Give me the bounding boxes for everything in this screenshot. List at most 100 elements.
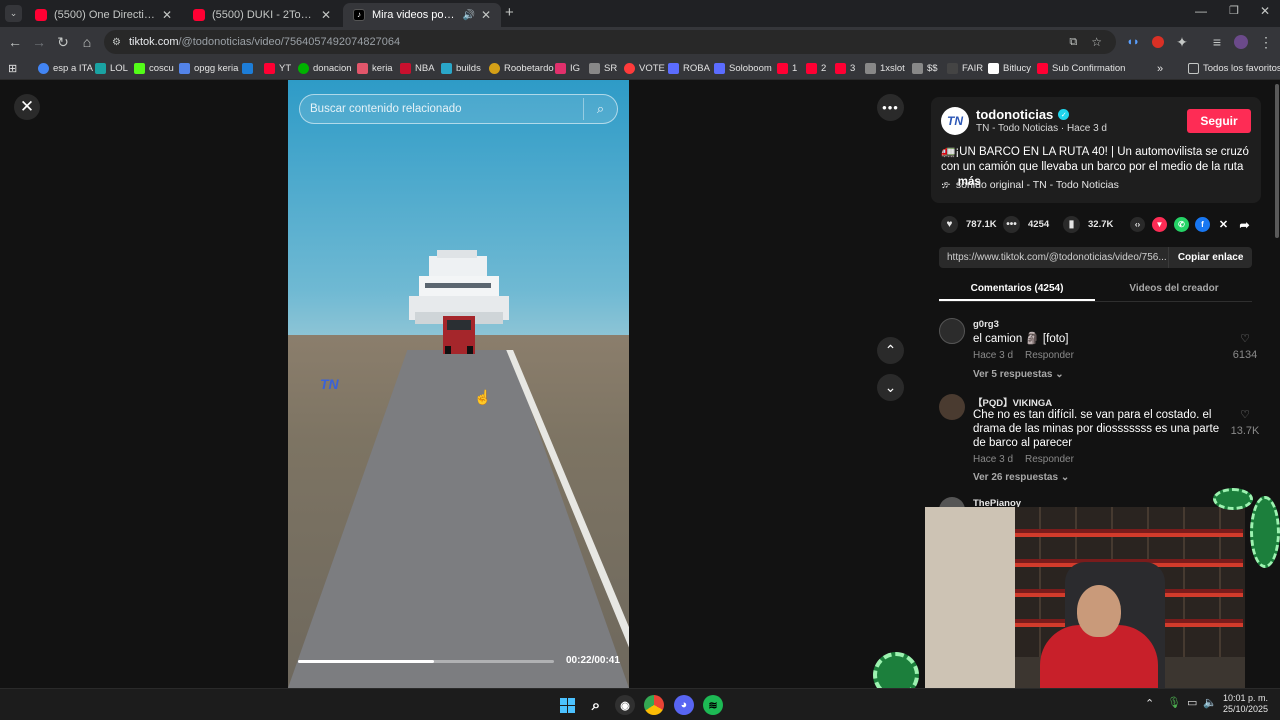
bookmark-star-icon[interactable]: ☆ [1091, 35, 1102, 49]
video-progress-bar[interactable] [298, 660, 554, 663]
comment-username[interactable]: 【PQD】VIKINGA [973, 395, 1052, 409]
bookmark-19[interactable]: 1xslot [865, 61, 905, 76]
taskbar-clock[interactable]: 10:01 p. m. 25/10/2025 [1198, 693, 1268, 715]
new-tab-button[interactable]: + [505, 4, 514, 21]
sound-row[interactable]: ♫ sonido original - TN - Todo Noticias [941, 179, 1119, 191]
tray-chevron-up-icon[interactable]: ⌃ [1145, 697, 1154, 710]
facebook-icon[interactable]: f [1195, 217, 1210, 232]
microphone-icon[interactable]: 🎙 [1167, 696, 1181, 709]
comment-button[interactable]: ••• 4254 [1003, 216, 1049, 233]
bookmark-10[interactable]: Roobetardo [489, 61, 554, 76]
bookmark-23[interactable]: Sub Confirmation [1037, 61, 1125, 76]
reply-link[interactable]: Responder [1025, 454, 1074, 465]
extensions-icon[interactable]: ✦ [1172, 32, 1192, 52]
bookmark-2[interactable]: coscu [134, 61, 174, 76]
tab-0[interactable]: (5500) One Direction - Night Ch ✕ [25, 3, 182, 27]
spotify-icon[interactable]: ≋ [703, 695, 723, 715]
comment-avatar[interactable] [939, 318, 965, 344]
like-button[interactable]: ♥ 787.1K [941, 216, 997, 233]
close-icon[interactable]: ✕ [481, 8, 491, 22]
back-icon[interactable]: ← [5, 32, 25, 52]
address-bar[interactable]: ⚙ tiktok.com/@todonoticias/video/7564057… [104, 30, 1116, 54]
video-player[interactable]: TN [288, 80, 629, 688]
bookmark-16[interactable]: 1 [777, 61, 797, 76]
view-replies-link[interactable]: Ver 5 respuestas ⌄ [973, 369, 1064, 380]
follow-button[interactable]: Seguir [1187, 109, 1251, 133]
bookmark-21[interactable]: FAIR [947, 61, 983, 76]
reload-icon[interactable]: ↻ [53, 32, 73, 52]
bookmark-17[interactable]: 2 [806, 61, 826, 76]
bookmark-4[interactable] [242, 61, 257, 76]
search-icon[interactable]: ⌕ [586, 695, 606, 715]
creator-avatar[interactable]: TN [941, 107, 969, 135]
close-icon[interactable]: ✕ [162, 8, 172, 22]
close-video-button[interactable]: ✕ [14, 94, 40, 120]
bookmark-1[interactable]: LOL [95, 61, 128, 76]
reply-link[interactable]: Responder [1025, 350, 1074, 361]
media-icon[interactable]: ≡ [1207, 32, 1227, 52]
tab-search-button[interactable]: ⌄ [5, 5, 22, 22]
site-info-icon[interactable]: ⚙ [112, 37, 121, 48]
save-button[interactable]: ▮ 32.7K [1063, 216, 1113, 233]
bookmark-11[interactable]: IG [555, 61, 580, 76]
repost-icon[interactable]: ▼ [1152, 217, 1167, 232]
chevron-down-icon[interactable]: ⌄ [877, 374, 904, 401]
comment-like-icon[interactable]: ♡ [1230, 332, 1260, 345]
more-options-icon[interactable]: ••• [877, 94, 904, 121]
bookmark-12[interactable]: SR [589, 61, 617, 76]
discord-icon[interactable]: ◕ [674, 695, 694, 715]
bookmark-3[interactable]: opgg keria [179, 61, 238, 76]
bookmark-0[interactable]: esp a ITA [38, 61, 93, 76]
apps-icon[interactable]: ⊞ [8, 61, 17, 76]
comment-avatar[interactable] [939, 394, 965, 420]
windows-start-icon[interactable] [557, 695, 577, 715]
x-icon[interactable]: ✕ [1216, 217, 1231, 232]
search-icon[interactable]: ⌕ [583, 98, 617, 120]
bookmark-6[interactable]: donacion [298, 61, 352, 76]
speaker-icon[interactable]: 🔊 [462, 10, 474, 21]
bookmark-9[interactable]: builds [441, 61, 481, 76]
comment-username[interactable]: g0rg3 [973, 319, 999, 330]
bookmark-18[interactable]: 3 [835, 61, 855, 76]
bookmark-7[interactable]: keria [357, 61, 393, 76]
obs-icon[interactable]: ◉ [615, 695, 635, 715]
embed-icon[interactable]: ‹› [1130, 217, 1145, 232]
display-icon[interactable]: ▭ [1187, 696, 1197, 709]
heart-icon: ♥ [941, 216, 958, 233]
extension-voice-icon[interactable]: ◖◗ [1123, 32, 1143, 52]
chrome-icon[interactable] [644, 695, 664, 715]
related-search-input[interactable]: Buscar contenido relacionado ⌕ [299, 94, 618, 124]
restore-icon[interactable]: ❐ [1229, 4, 1239, 17]
copy-link-button[interactable]: Copiar enlace [1168, 247, 1252, 268]
extension-red-icon[interactable] [1148, 32, 1168, 52]
bookmark-8[interactable]: NBA [400, 61, 435, 76]
close-icon[interactable]: ✕ [321, 8, 331, 22]
bookmark-15[interactable]: Soloboom [714, 61, 772, 76]
bookmark-20[interactable]: $$ [912, 61, 938, 76]
forward-icon[interactable]: → [29, 32, 49, 52]
window-close-icon[interactable]: ✕ [1260, 4, 1270, 18]
bookmark-5[interactable]: YT [264, 61, 291, 76]
home-icon[interactable]: ⌂ [77, 32, 97, 52]
all-favorites[interactable]: Todos los favoritos [1188, 61, 1280, 76]
share-url-field[interactable]: https://www.tiktok.com/@todonoticias/vid… [939, 247, 1252, 268]
tab-creator-videos[interactable]: Videos del creador [1096, 283, 1252, 294]
panel-scrollbar[interactable] [1275, 84, 1279, 238]
menu-icon[interactable]: ⋮ [1256, 32, 1276, 52]
bookmarks-overflow-icon[interactable]: » [1157, 61, 1163, 76]
bookmark-22[interactable]: Bitlucy [988, 61, 1031, 76]
install-icon[interactable]: ⧉ [1069, 36, 1077, 49]
bookmark-14[interactable]: ROBA [668, 61, 710, 76]
minimize-icon[interactable]: — [1195, 4, 1207, 18]
comment-like-icon[interactable]: ♡ [1230, 408, 1260, 421]
tab-1[interactable]: (5500) DUKI - 2Tonos (Video Of ✕ [183, 3, 341, 27]
profile-avatar[interactable] [1231, 32, 1251, 52]
chevron-up-icon[interactable]: ⌃ [877, 337, 904, 364]
whatsapp-icon[interactable]: ✆ [1174, 217, 1189, 232]
share-arrow-icon[interactable]: ➦ [1237, 217, 1252, 232]
tab-2-active[interactable]: ♪ Mira videos populares sele 🔊 ✕ [343, 3, 501, 27]
bookmark-13[interactable]: VOTE [624, 61, 665, 76]
creator-name-row[interactable]: todonoticias ✓ [976, 107, 1070, 122]
tab-comments[interactable]: Comentarios (4254) [939, 283, 1095, 294]
view-replies-link[interactable]: Ver 26 respuestas ⌄ [973, 472, 1069, 483]
